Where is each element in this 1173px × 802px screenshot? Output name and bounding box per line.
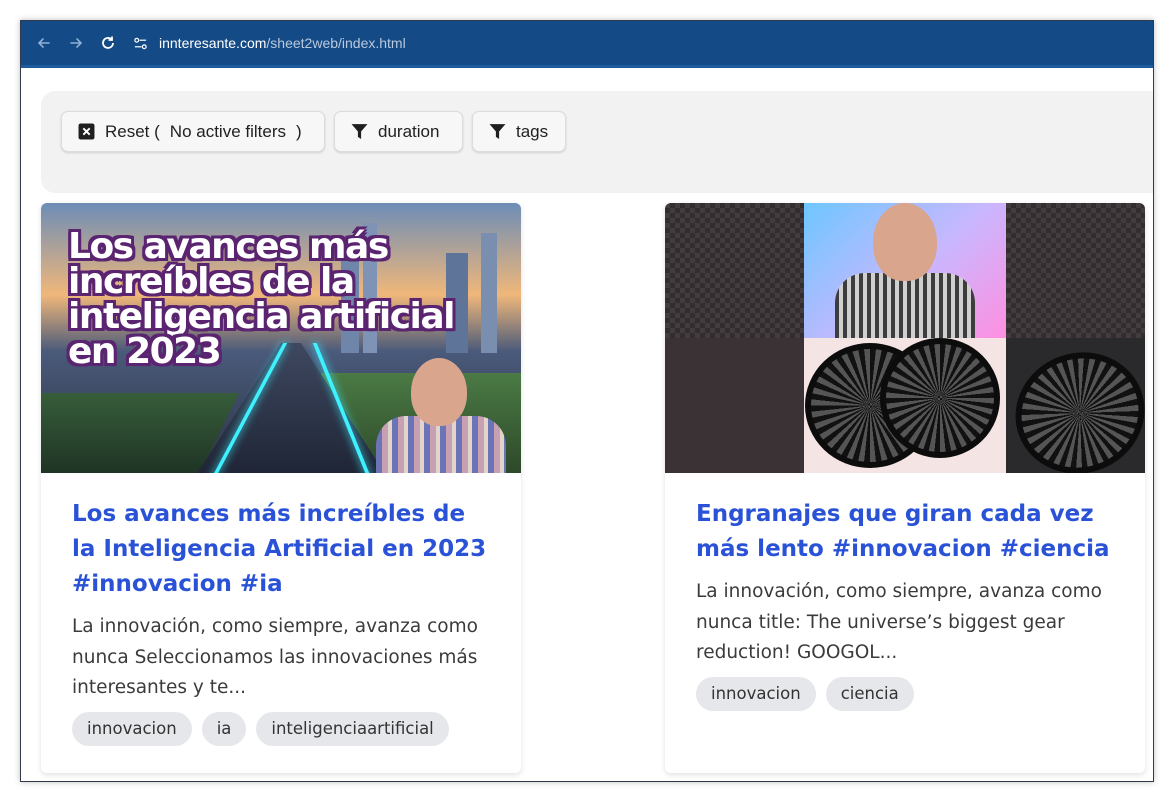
browser-toolbar: innteresante.com/sheet2web/index.html	[21, 21, 1153, 65]
back-button[interactable]	[31, 30, 57, 56]
thumbnail-panel	[665, 338, 804, 473]
reset-filters-button[interactable]: Reset ( No active filters )	[61, 111, 325, 152]
tag-list: innovacion ciencia	[696, 676, 1115, 711]
video-thumbnail[interactable]: Los avances más increíbles de la intelig…	[41, 203, 521, 473]
duration-label: duration	[378, 121, 440, 141]
thumbnail-panel	[1006, 203, 1145, 338]
tag-chip[interactable]: ia	[201, 711, 247, 746]
tags-filter-button[interactable]: tags	[472, 111, 566, 152]
browser-window: innteresante.com/sheet2web/index.html Re…	[20, 20, 1154, 782]
tag-chip[interactable]: innovacion	[696, 676, 816, 711]
gear-image	[880, 338, 1000, 458]
forward-button[interactable]	[63, 30, 89, 56]
reload-icon	[102, 36, 114, 49]
back-arrow-icon	[37, 38, 50, 48]
filter-funnel-icon	[489, 124, 506, 139]
page-content: Reset ( No active filters ) duration tag…	[21, 68, 1153, 781]
tag-chip[interactable]: inteligenciaartificial	[256, 711, 449, 746]
thumbnail-title-text: Los avances más increíbles de la intelig…	[68, 226, 456, 372]
url-domain: innteresante.com	[159, 35, 267, 51]
reset-close-paren: )	[296, 121, 302, 141]
video-card[interactable]: Engranajes que giran cada vez más lento …	[665, 203, 1145, 773]
active-filters-status: No active filters	[169, 121, 286, 141]
reset-label: Reset (	[105, 121, 160, 141]
tag-chip[interactable]: innovacion	[72, 711, 192, 746]
presenter-figure	[371, 358, 511, 473]
address-bar[interactable]: innteresante.com/sheet2web/index.html	[129, 28, 406, 58]
video-thumbnail[interactable]	[665, 203, 1145, 473]
url-path: /sheet2web/index.html	[266, 35, 406, 51]
tag-chip[interactable]: ciencia	[825, 676, 914, 711]
card-title-link[interactable]: Los avances más increíbles de la Intelig…	[72, 497, 491, 602]
close-box-icon	[78, 123, 95, 140]
card-title-link[interactable]: Engranajes que giran cada vez más lento …	[696, 497, 1115, 567]
card-description: La innovación, como siempre, avanza como…	[696, 581, 1102, 663]
filter-bar: Reset ( No active filters ) duration tag…	[41, 91, 1153, 193]
thumbnail-panel	[665, 203, 804, 338]
tag-list: innovacion ia inteligenciaartificial	[72, 711, 491, 746]
filter-funnel-icon	[351, 124, 368, 139]
video-card[interactable]: Los avances más increíbles de la intelig…	[41, 203, 521, 773]
reload-button[interactable]	[95, 30, 121, 56]
forward-arrow-icon	[70, 38, 83, 48]
site-settings-icon[interactable]	[129, 32, 151, 54]
card-description: La innovación, como siempre, avanza como…	[72, 616, 478, 698]
tags-label: tags	[516, 121, 549, 141]
presenter-figure	[825, 203, 985, 343]
duration-filter-button[interactable]: duration	[334, 111, 463, 152]
